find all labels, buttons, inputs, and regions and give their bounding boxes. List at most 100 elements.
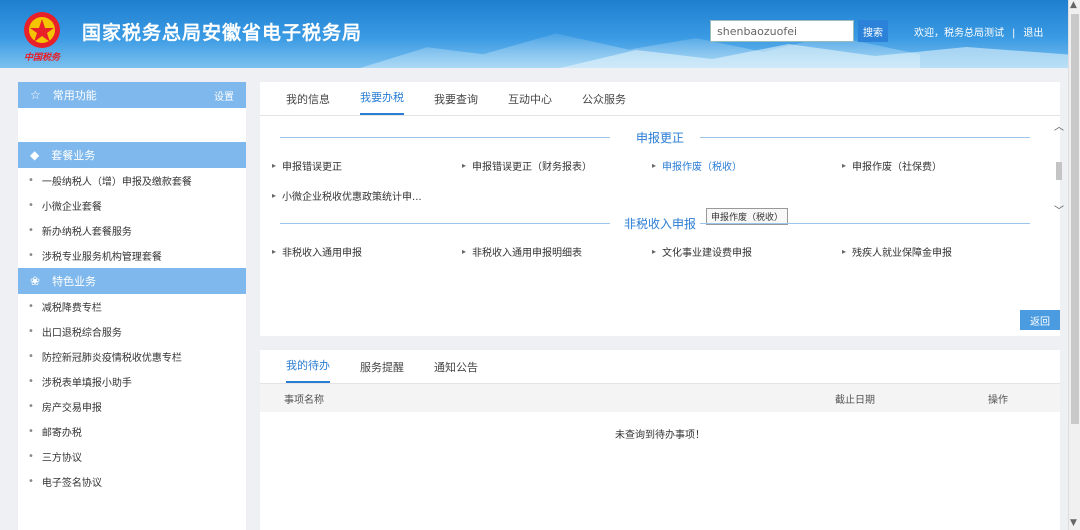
section-title: 申报更正	[627, 128, 692, 146]
service-link[interactable]: ▸ 非税收入通用申报明细表	[462, 236, 652, 266]
sidebar-item-label: 电子签名协议	[41, 478, 102, 489]
sidebar-item[interactable]: • 减税降费专栏	[18, 294, 246, 319]
tab-query[interactable]: 我要查询	[434, 91, 478, 115]
service-link[interactable]: ▸ 残疾人就业保障金申报	[842, 236, 1032, 266]
section-header: 申报更正	[260, 124, 1060, 150]
special-business-header[interactable]: ❀ 特色业务	[18, 268, 246, 294]
section-grid: ▸ 非税收入通用申报 ▸ 非税收入通用申报明细表 ▸ 文化事业建设费申报 ▸ 残疾人就业…	[260, 236, 1060, 266]
tab-tax-handling[interactable]: 我要办税	[360, 89, 404, 115]
tab-service-reminder[interactable]: 服务提醒	[360, 359, 404, 383]
back-button[interactable]: 返回	[1020, 310, 1060, 330]
service-link[interactable]: ▸ 非税收入通用申报	[272, 236, 462, 266]
sidebar-item-label: 涉税专业服务机构管理套餐	[41, 252, 162, 263]
sidebar-item-label: 涉税表单填报小助手	[41, 378, 132, 389]
sidebar-item[interactable]: • 邮寄办税	[18, 419, 246, 444]
bullet-icon: •	[28, 451, 34, 462]
logout-link[interactable]: 退出	[1023, 28, 1043, 39]
sidebar-item[interactable]: • 电子签名协议	[18, 469, 246, 494]
service-link-label: 非税收入通用申报明细表	[472, 247, 583, 259]
service-link[interactable]: ▸ 文化事业建设费申报	[652, 236, 842, 266]
sidebar-item[interactable]: • 出口退税综合服务	[18, 319, 246, 344]
scroll-thumb[interactable]	[1056, 162, 1062, 180]
bullet-icon: •	[28, 426, 34, 437]
site-title[interactable]: 国家税务总局安徽省电子税务局	[82, 18, 362, 45]
divider	[280, 137, 610, 138]
table-header: 事项名称 截止日期 操作	[260, 384, 1060, 412]
bullet-icon: •	[28, 200, 34, 211]
tab-notices[interactable]: 通知公告	[434, 359, 478, 383]
arrow-right-icon: ▸	[652, 246, 657, 256]
chevron-down-icon[interactable]: ﹀	[1054, 202, 1064, 217]
tab-interaction[interactable]: 互动中心	[508, 91, 552, 115]
special-business-title: 特色业务	[52, 275, 97, 288]
arrow-right-icon: ▸	[272, 190, 277, 200]
service-link[interactable]: ▸ 申报错误更正（财务报表）	[462, 150, 652, 180]
bullet-icon: •	[28, 376, 34, 387]
settings-link[interactable]: 设置	[214, 88, 234, 103]
bullet-icon: •	[28, 351, 34, 362]
star-icon: ☆	[30, 88, 41, 102]
sidebar-item-label: 新办纳税人套餐服务	[41, 227, 132, 238]
sidebar-item[interactable]: • 三方协议	[18, 444, 246, 469]
diamond-icon: ◆	[30, 148, 40, 162]
todo-panel: 我的待办 服务提醒 通知公告 事项名称 截止日期 操作 未查询到待办事项！	[260, 350, 1060, 530]
todo-tabs: 我的待办 服务提醒 通知公告	[260, 350, 1060, 384]
service-link[interactable]: ▸ 申报错误更正	[272, 150, 462, 180]
bullet-icon: •	[28, 401, 34, 412]
service-link-label: 非税收入通用申报	[282, 247, 363, 259]
service-link-label: 申报错误更正（财务报表）	[472, 161, 593, 173]
common-functions-header: ☆ 常用功能 设置	[18, 82, 246, 108]
hot-business-title: 套餐业务	[51, 149, 96, 162]
sidebar-item[interactable]: • 新办纳税人套餐服务	[18, 218, 246, 243]
search-button[interactable]: 搜索	[858, 20, 888, 42]
scroll-down-icon[interactable]: ▼	[1070, 518, 1077, 528]
sidebar-item[interactable]: • 防控新冠肺炎疫情税收优惠专栏	[18, 344, 246, 369]
service-link[interactable]: ▸ 小微企业税收优惠政策统计申...	[272, 180, 462, 210]
tab-my-info[interactable]: 我的信息	[286, 91, 330, 115]
section-title: 非税收入申报	[615, 214, 704, 232]
column-header: 操作	[988, 394, 1008, 406]
service-link-label: 文化事业建设费申报	[662, 247, 753, 259]
bullet-icon: •	[28, 326, 34, 337]
search-input[interactable]	[710, 20, 854, 42]
sidebar-item[interactable]: • 小微企业套餐	[18, 193, 246, 218]
divider: |	[1012, 28, 1016, 39]
tab-my-todo[interactable]: 我的待办	[286, 357, 330, 383]
sidebar-item[interactable]: • 房产交易申报	[18, 394, 246, 419]
header-banner: 中国税务 国家税务总局安徽省电子税务局 搜索 欢迎，税务总局测试 | 退出	[0, 0, 1068, 68]
page-scrollbar[interactable]: ▲ ▼	[1068, 0, 1080, 530]
section-grid: ▸ 申报错误更正 ▸ 申报错误更正（财务报表） ▸ 申报作废（税收） ▸ 申报作废（社保…	[260, 150, 1060, 210]
divider	[700, 223, 1030, 224]
chevron-up-icon[interactable]: ︿	[1054, 118, 1064, 133]
arrow-right-icon: ▸	[652, 160, 657, 170]
section-header: 非税收入申报	[260, 210, 1060, 236]
scroll-thumb[interactable]	[1071, 14, 1079, 424]
welcome-user-link[interactable]: 欢迎，税务总局测试	[914, 28, 1004, 39]
panel-scrollbar[interactable]: ︿ ﹀	[1054, 118, 1064, 218]
clipped-row	[260, 116, 1060, 124]
sidebar-item[interactable]: • 涉税专业服务机构管理套餐	[18, 243, 246, 268]
divider	[280, 223, 610, 224]
tab-public-service[interactable]: 公众服务	[582, 91, 626, 115]
sidebar-item[interactable]: • 一般纳税人（增）申报及缴款套餐	[18, 168, 246, 193]
service-link[interactable]: ▸ 申报作废（社保费）	[842, 150, 1032, 180]
main-tabs: 我的信息 我要办税 我要查询 互动中心 公众服务	[260, 82, 1060, 116]
clipped-row-content	[280, 116, 1000, 120]
service-link[interactable]: ▸ 申报作废（税收）	[652, 150, 842, 180]
service-link-label: 小微企业税收优惠政策统计申...	[282, 191, 422, 203]
arrow-right-icon: ▸	[272, 160, 277, 170]
sidebar-item-label: 防控新冠肺炎疫情税收优惠专栏	[41, 353, 182, 364]
column-header: 事项名称	[284, 394, 324, 406]
sidebar-item-label: 出口退税综合服务	[41, 328, 122, 339]
hot-business-header[interactable]: ◆ 套餐业务	[18, 142, 246, 168]
sidebar-item-label: 减税降费专栏	[41, 303, 102, 314]
bullet-icon: •	[28, 175, 34, 186]
scroll-up-icon[interactable]: ▲	[1070, 0, 1077, 10]
arrow-right-icon: ▸	[842, 160, 847, 170]
arrow-right-icon: ▸	[462, 160, 467, 170]
service-link-label: 申报错误更正	[282, 161, 343, 173]
sidebar: ☆ 常用功能 设置 ◆ 套餐业务 • 一般纳税人（增）申报及缴款套餐 • 小微企业套…	[18, 82, 246, 530]
clover-icon: ❀	[30, 274, 41, 288]
sidebar-item[interactable]: • 涉税表单填报小助手	[18, 369, 246, 394]
arrow-right-icon: ▸	[272, 246, 277, 256]
